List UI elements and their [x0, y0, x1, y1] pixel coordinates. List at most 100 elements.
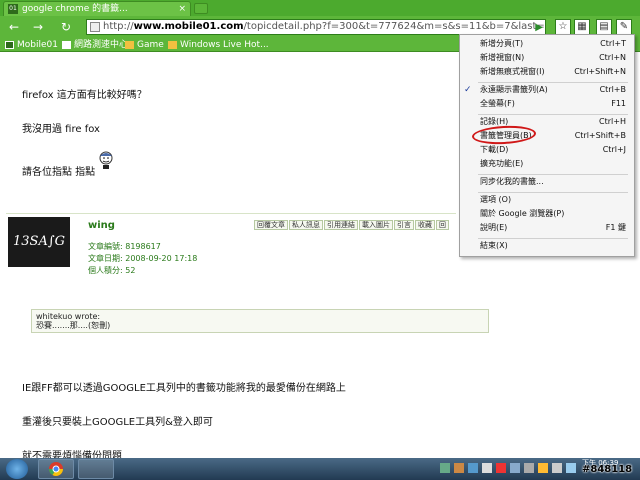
quote-button[interactable]: 引言: [394, 220, 414, 230]
post-text: 請各位指點 指點: [22, 167, 96, 178]
menu-shortcut: Ctrl+Shift+B: [574, 131, 626, 140]
back-icon[interactable]: ←: [6, 19, 22, 35]
bookmark-label: Windows Live Hot...: [180, 40, 269, 50]
tab-close-icon[interactable]: ×: [178, 2, 186, 16]
menu-shortcut: Ctrl+B: [599, 85, 626, 94]
menu-item-downloads[interactable]: 下載(D) Ctrl+J: [460, 143, 634, 157]
extension-icon[interactable]: ▦: [574, 19, 590, 35]
menu-label: 下載(D): [480, 145, 509, 154]
taskbar: 下午 06:39: [0, 458, 640, 480]
post-date: 文章日期: 2008-09-20 17:18: [88, 254, 198, 263]
quote-author: whitekuo wrote:: [36, 312, 101, 321]
menu-item-incognito[interactable]: 新增無痕式視窗(I) Ctrl+Shift+N: [460, 65, 634, 79]
load-images-button[interactable]: 載入圖片: [359, 220, 393, 230]
tray-icon[interactable]: [538, 463, 548, 473]
menu-item-about[interactable]: 關於 Google 瀏覽器(P): [460, 207, 634, 221]
tray-icon[interactable]: [524, 463, 534, 473]
windows-start-icon[interactable]: [6, 459, 28, 479]
bookmark-star-icon[interactable]: ☆: [555, 19, 571, 35]
bookmark-item-windows-live[interactable]: Windows Live Hot...: [168, 39, 269, 51]
page-icon: [62, 41, 71, 49]
wrench-icon[interactable]: ✎: [616, 19, 632, 35]
menu-item-fullscreen[interactable]: 全螢幕(F) F11: [460, 97, 634, 111]
tray-icon[interactable]: [496, 463, 506, 473]
menu-label: 關於 Google 瀏覽器(P): [480, 209, 565, 218]
menu-label: 同步化我的書籤...: [480, 177, 544, 186]
tab-favicon-icon: 01: [8, 4, 18, 14]
bookmark-label: 網路測速中心: [74, 40, 129, 50]
post-text: 我沒用過 fire fox: [22, 124, 100, 135]
menu-label: 選項 (O): [480, 195, 512, 204]
menu-label: 記錄(H): [480, 117, 509, 126]
taskbar-chrome-button[interactable]: [38, 459, 74, 479]
menu-item-new-window[interactable]: 新增視窗(N) Ctrl+N: [460, 51, 634, 65]
title-bar: 01 google chrome 的書籤... ×: [0, 0, 640, 16]
reply-button[interactable]: 回覆文章: [254, 220, 288, 230]
menu-shortcut: F11: [611, 99, 626, 108]
check-icon: ✓: [464, 85, 472, 95]
post-id: 文章編號: 8198617: [88, 242, 161, 251]
new-tab-button[interactable]: [194, 3, 208, 14]
menu-shortcut: Ctrl+H: [599, 117, 626, 126]
post-text: IE跟FF都可以透過GOOGLE工具列中的書籤功能將我的最愛備份在網路上: [22, 383, 346, 394]
post-divider: [6, 213, 456, 214]
menu-label: 擴充功能(E): [480, 159, 524, 168]
browser-tab[interactable]: 01 google chrome 的書籤... ×: [3, 1, 191, 16]
quote-text: 恐賽.......那....(恕刪): [36, 321, 111, 330]
tray-icon[interactable]: [468, 463, 478, 473]
post-text: 就不需要煩惱備份問題: [22, 451, 122, 458]
favorite-button[interactable]: 收藏: [415, 220, 435, 230]
menu-label: 永遠顯示書籤列(A): [480, 85, 548, 94]
menu-label: 結束(X): [480, 241, 508, 250]
private-message-button[interactable]: 私人訊息: [289, 220, 323, 230]
smiley-icon: [99, 151, 113, 169]
menu-item-extensions[interactable]: 擴充功能(E): [460, 157, 634, 171]
reload-icon[interactable]: ↻: [58, 19, 74, 35]
menu-shortcut: Ctrl+N: [599, 53, 626, 62]
bookmark-item-mobile01[interactable]: Mobile01: [5, 39, 58, 51]
post-author[interactable]: wing: [88, 220, 115, 231]
menu-shortcut: F1 鍵: [605, 223, 626, 232]
menu-item-help[interactable]: 說明(E) F1 鍵: [460, 221, 634, 235]
menu-shortcut: Ctrl+T: [600, 39, 626, 48]
address-bar[interactable]: http://www.mobile01.com/topicdetail.php?…: [86, 19, 546, 35]
tray-icon[interactable]: [552, 463, 562, 473]
page-icon: [90, 22, 100, 32]
tray-icon[interactable]: [482, 463, 492, 473]
taskbar-app-button[interactable]: [78, 459, 114, 479]
menu-item-options[interactable]: 選項 (O): [460, 193, 634, 207]
go-icon[interactable]: ▶: [535, 21, 543, 34]
back-button[interactable]: 回: [436, 220, 449, 230]
forward-icon[interactable]: →: [30, 19, 46, 35]
folder-icon: [125, 41, 134, 49]
tray-icon[interactable]: [510, 463, 520, 473]
folder-icon: [168, 41, 177, 49]
avatar[interactable]: 13SA∫G: [8, 217, 70, 267]
menu-label: 新增分頁(T): [480, 39, 524, 48]
menu-item-new-tab[interactable]: 新增分頁(T) Ctrl+T: [460, 37, 634, 51]
post-text: 重灌後只要裝上GOOGLE工具列&登入即可: [22, 417, 213, 428]
post-actions: 回覆文章 私人訊息 引用連結 載入圖片 引言 收藏回: [254, 220, 450, 231]
bookmark-label: Mobile01: [17, 40, 58, 50]
menu-shortcut: Ctrl+Shift+N: [574, 67, 626, 76]
address-prefix: http://: [103, 21, 134, 32]
tray-icon[interactable]: [454, 463, 464, 473]
menu-item-exit[interactable]: 結束(X): [460, 239, 634, 253]
menu-item-history[interactable]: 記錄(H) Ctrl+H: [460, 115, 634, 129]
menu-label: 新增無痕式視窗(I): [480, 67, 545, 76]
bookmark-favicon-icon: [5, 41, 14, 49]
tray-icon[interactable]: [440, 463, 450, 473]
bookmark-item-speedtest[interactable]: 網路測速中心: [62, 39, 128, 51]
volume-icon[interactable]: [566, 463, 576, 473]
menu-label: 說明(E): [480, 223, 508, 232]
quote-link-button[interactable]: 引用連結: [324, 220, 358, 230]
wrench-menu: 新增分頁(T) Ctrl+T 新增視窗(N) Ctrl+N 新增無痕式視窗(I) Ct…: [459, 34, 635, 257]
menu-item-sync-bookmarks[interactable]: 同步化我的書籤...: [460, 175, 634, 189]
tab-title: google chrome 的書籤...: [22, 4, 128, 14]
menu-shortcut: Ctrl+J: [602, 145, 626, 154]
page-menu-icon[interactable]: ▤: [596, 19, 612, 35]
menu-item-show-bookmarks-bar[interactable]: ✓ 永遠顯示書籤列(A) Ctrl+B: [460, 83, 634, 97]
bookmark-item-game[interactable]: Game: [125, 39, 164, 51]
chrome-icon: [49, 462, 63, 476]
bookmark-label: Game: [137, 40, 164, 50]
